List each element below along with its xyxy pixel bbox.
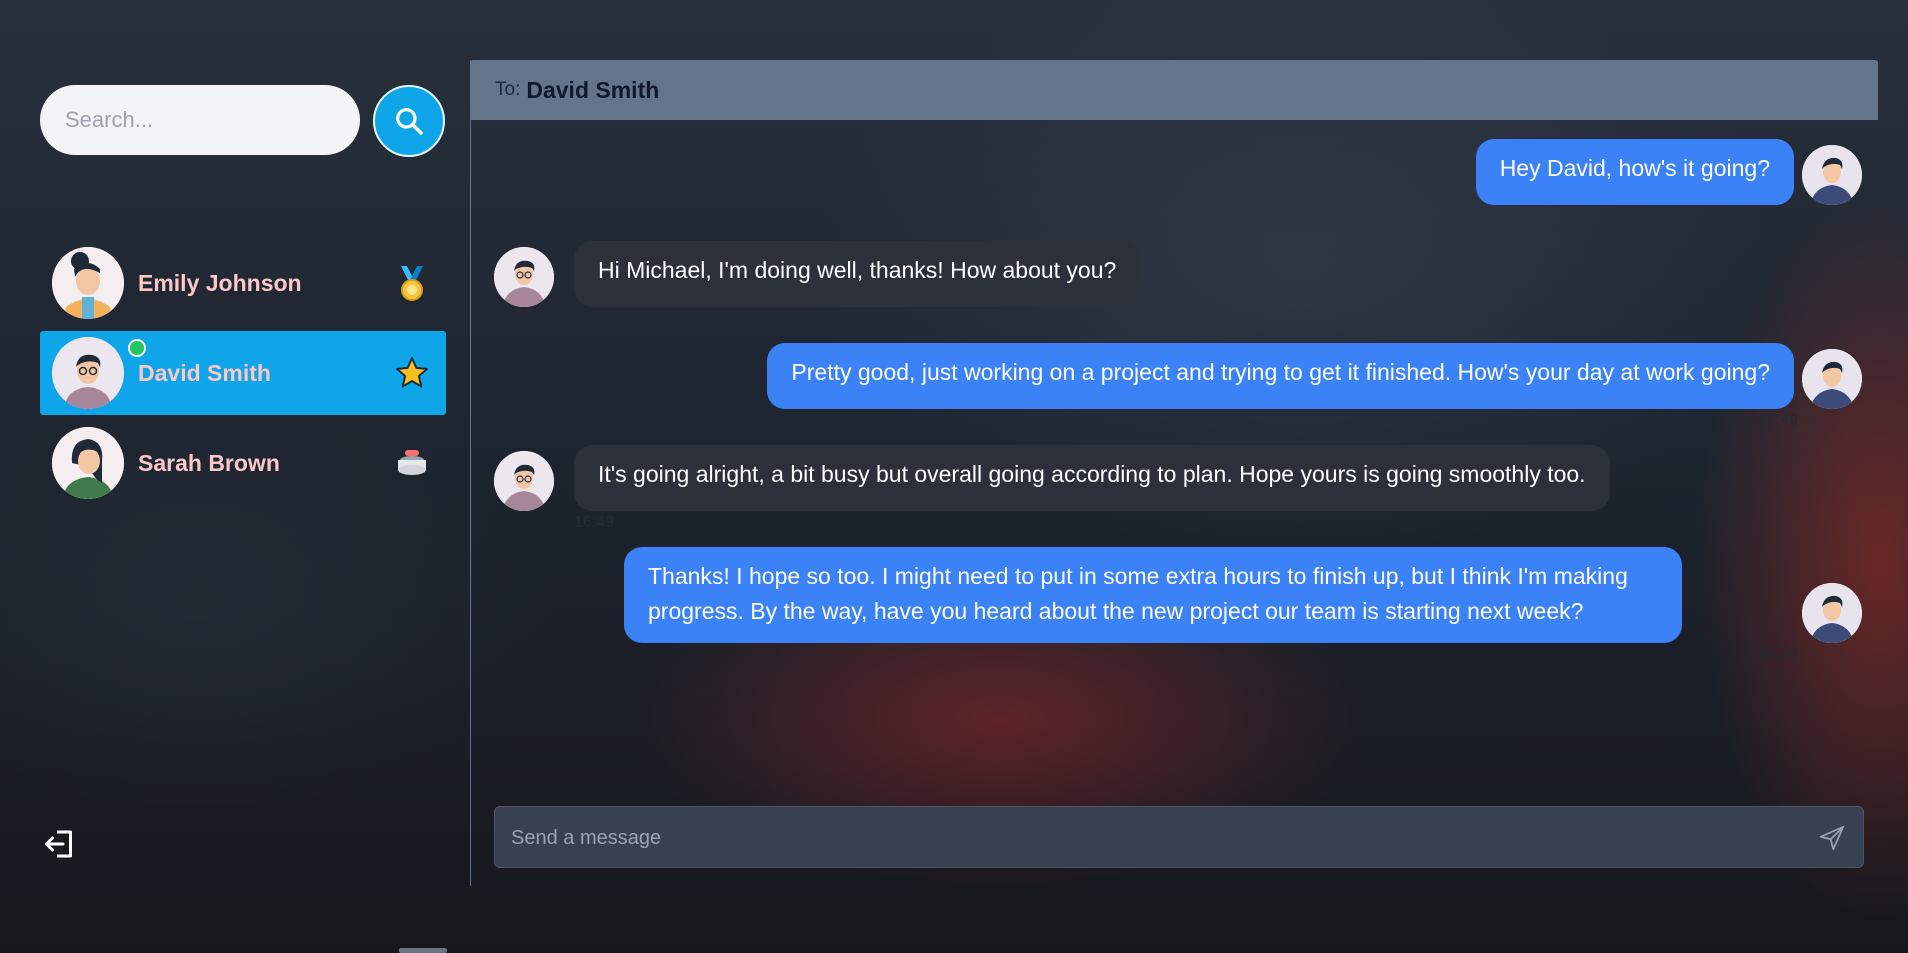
curling-stone-icon: [392, 443, 432, 483]
message-outgoing: Thanks! I hope so too. I might need to p…: [624, 547, 1682, 643]
message-time: 16:49: [1758, 412, 1799, 429]
contact-emily-johnson[interactable]: Emily Johnson: [40, 241, 446, 325]
contact-david-smith[interactable]: David Smith: [40, 331, 446, 415]
contact-name: Sarah Brown: [138, 449, 280, 476]
message-composer: [494, 806, 1864, 869]
logout-button[interactable]: [42, 826, 78, 862]
avatar: [1802, 349, 1862, 409]
message-outgoing: Pretty good, just working on a project a…: [767, 343, 1794, 409]
avatar: [1802, 145, 1862, 205]
avatar: [52, 247, 124, 319]
send-button[interactable]: [1817, 823, 1847, 853]
scrollbar-thumb[interactable]: [399, 948, 447, 953]
search-button[interactable]: [373, 85, 445, 157]
avatar: [494, 247, 554, 307]
message-time: 16:48: [1758, 208, 1799, 225]
online-indicator: [128, 339, 146, 357]
message-time: 16:49: [1758, 646, 1799, 663]
avatar: [494, 451, 554, 511]
contact-name: Emily Johnson: [138, 269, 302, 296]
message-input[interactable]: [495, 807, 1813, 869]
recipient-name: David Smith: [526, 76, 660, 103]
message-outgoing: Hey David, how's it going?: [1475, 139, 1794, 205]
message-incoming: It's going alright, a bit busy but overa…: [574, 445, 1610, 511]
logout-icon: [45, 830, 72, 858]
search-input[interactable]: [40, 85, 360, 155]
search-icon: [396, 108, 423, 135]
contact-sarah-brown[interactable]: Sarah Brown: [40, 421, 446, 505]
to-label: To:: [495, 79, 521, 100]
avatar: [1802, 583, 1862, 643]
avatar: [52, 337, 124, 409]
message-time: 16:49: [574, 514, 615, 531]
contact-name: David Smith: [138, 359, 271, 386]
message-incoming: Hi Michael, I'm doing well, thanks! How …: [574, 241, 1141, 307]
medal-icon: [392, 263, 432, 303]
avatar: [52, 427, 124, 499]
sidebar: Emily Johnson: [16, 0, 470, 953]
send-icon: [1819, 825, 1845, 851]
chat-header: To: David Smith: [470, 60, 1878, 120]
star-icon: [392, 353, 432, 393]
sidebar-divider: [470, 60, 471, 886]
app-panel: Emily Johnson: [16, 0, 1908, 953]
